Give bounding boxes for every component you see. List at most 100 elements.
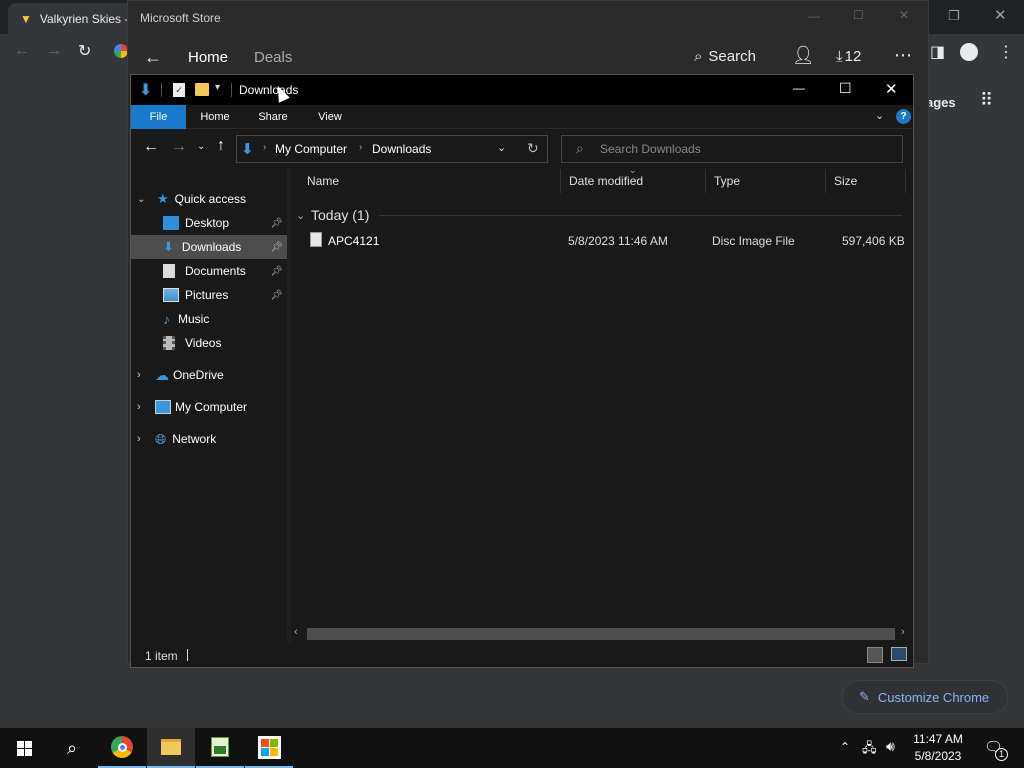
chrome-restore-icon[interactable]: ❐ (948, 8, 960, 24)
nav-item-music[interactable]: ♪ Music (131, 307, 287, 331)
explorer-close-icon[interactable]: ✕ (885, 80, 898, 98)
horizontal-scrollbar[interactable]: ‹ › (291, 626, 913, 642)
google-images-link[interactable]: ages (926, 95, 956, 110)
nav-item-downloads[interactable]: ⬇ Downloads 📌︎ (131, 235, 287, 259)
start-button[interactable] (0, 728, 48, 768)
chrome-reload-icon[interactable]: ↻ (78, 41, 91, 61)
ribbon-tab-home[interactable]: Home (191, 105, 239, 129)
nav-item-pictures[interactable]: Pictures 📌︎ (131, 283, 287, 307)
nav-back-icon[interactable]: ← (143, 138, 159, 156)
cloud-icon: ☁ (155, 366, 169, 383)
videos-icon (163, 336, 175, 350)
chrome-close-icon[interactable]: ✕ (994, 6, 1007, 24)
show-hidden-icons-icon[interactable]: ⌃ (840, 740, 850, 754)
nav-item-desktop[interactable]: Desktop 📌︎ (131, 211, 287, 235)
nav-quick-access[interactable]: ⌄ ★ Quick access (131, 187, 287, 211)
breadcrumb-downloads[interactable]: Downloads (372, 142, 431, 156)
store-account-icon[interactable]: 👤︎ (792, 45, 815, 66)
group-header-today-visible[interactable]: ⌄ Today (1) (296, 205, 910, 225)
star-icon: ★ (157, 191, 169, 206)
search-box[interactable]: ⌕ Search Downloads (561, 135, 903, 163)
scroll-right-icon[interactable]: › (901, 626, 905, 638)
volume-icon[interactable]: 🔊︎ (886, 738, 895, 755)
chevron-right-icon[interactable]: › (137, 433, 155, 445)
pin-icon[interactable]: 📌︎ (270, 266, 283, 277)
large-icons-view-icon[interactable] (891, 647, 907, 661)
chrome-back-icon[interactable]: ← (14, 42, 30, 60)
ribbon-tab-file[interactable]: File (131, 105, 186, 129)
taskbar-store[interactable] (245, 728, 293, 768)
qat-customize-icon[interactable]: ▾ (215, 82, 220, 93)
store-nav-home[interactable]: Home (188, 49, 228, 66)
store-more-icon[interactable]: ⋯ (894, 45, 912, 66)
nav-onedrive[interactable]: › ☁ OneDrive (131, 363, 287, 387)
group-today-heading[interactable] (297, 279, 911, 303)
chevron-down-icon[interactable]: ⌄ (137, 194, 157, 205)
scroll-left-icon[interactable]: ‹ (294, 626, 298, 638)
customize-chrome-button[interactable]: ✎ Customize Chrome (842, 680, 1008, 714)
ribbon-tab-share[interactable]: Share (249, 105, 297, 129)
column-header-date[interactable]: Date modified (561, 169, 706, 193)
qat-new-folder-icon[interactable] (195, 83, 209, 96)
recent-locations-icon[interactable]: ⌄ (197, 141, 205, 152)
ribbon-tab-view[interactable]: View (306, 105, 354, 129)
chevron-right-icon[interactable]: › (137, 401, 155, 413)
address-bar[interactable]: ⬇ › My Computer › Downloads ⌄ ↻ (236, 135, 548, 163)
chrome-tab[interactable]: ▼ Valkyrien Skies - (8, 3, 138, 34)
column-header-type[interactable]: Type (706, 169, 826, 193)
ribbon-tabs: File Home Share View ⌄ ? (131, 105, 913, 129)
pencil-icon: ✎ (859, 689, 870, 704)
store-minimize-icon[interactable]: — (808, 9, 820, 23)
navigation-pane: ⌄ ★ Quick access Desktop 📌︎ ⬇ Downloads … (131, 169, 287, 643)
chevron-right-icon[interactable]: › (137, 369, 155, 381)
chevron-down-icon[interactable]: ⌄ (296, 209, 311, 222)
store-nav-deals[interactable]: Deals (254, 49, 292, 66)
taskbar-search-button[interactable]: ⌕ (48, 728, 96, 768)
network-tray-icon[interactable]: 🖧︎ (862, 739, 877, 761)
taskbar-chrome[interactable] (98, 728, 146, 768)
pictures-icon (163, 288, 179, 302)
address-dropdown-icon[interactable]: ⌄ (497, 141, 506, 154)
disc-image-file-icon (310, 232, 322, 247)
explorer-minimize-icon[interactable]: — (793, 81, 805, 95)
explorer-maximize-icon[interactable]: ☐ (839, 80, 852, 97)
clock[interactable]: 11:47 AM 5/8/2023 (910, 731, 966, 765)
chrome-sidepanel-icon[interactable]: ◨ (930, 42, 945, 62)
pin-icon[interactable]: 📌︎ (270, 290, 283, 301)
qat-properties-icon[interactable]: ✓ (173, 83, 185, 97)
breadcrumb-my-computer[interactable]: My Computer (275, 142, 347, 156)
nav-my-computer[interactable]: › My Computer (131, 395, 287, 419)
help-icon[interactable]: ? (896, 109, 911, 124)
taskbar-app-green[interactable] (196, 728, 244, 768)
store-downloads-button[interactable]: ⤓ 12 (836, 48, 861, 65)
qat-downloads-icon[interactable]: ⬇ (139, 80, 152, 100)
refresh-icon[interactable]: ↻ (527, 140, 539, 157)
pin-icon[interactable]: 📌︎ (270, 242, 283, 253)
column-header-size[interactable]: Size (826, 169, 906, 193)
nav-item-videos[interactable]: Videos (131, 331, 287, 355)
status-separator (187, 649, 188, 661)
chrome-forward-icon[interactable]: → (46, 42, 62, 60)
details-view-icon[interactable] (867, 647, 883, 663)
nav-forward-icon[interactable]: → (171, 138, 187, 156)
network-icon: 🌐︎ (155, 430, 167, 447)
ribbon-expand-icon[interactable]: ⌄ (875, 109, 884, 122)
nav-item-documents[interactable]: Documents 📌︎ (131, 259, 287, 283)
chrome-menu-icon[interactable]: ⋮ (998, 42, 1014, 62)
file-row[interactable]: APC4121 5/8/2023 11:46 AM Disc Image Fil… (302, 229, 906, 251)
taskbar-file-explorer[interactable] (147, 728, 195, 768)
store-close-icon[interactable]: ✕ (899, 8, 909, 22)
store-maximize-icon[interactable]: ☐ (853, 8, 864, 22)
google-apps-icon[interactable]: ⠿ (980, 90, 993, 111)
store-search-button[interactable]: ⌕ Search (694, 48, 756, 65)
nav-up-icon[interactable]: ↑ (217, 137, 225, 155)
search-icon: ⌕ (66, 737, 78, 758)
pin-icon[interactable]: 📌︎ (270, 218, 283, 229)
column-header-name[interactable]: Name (299, 169, 561, 193)
store-back-icon[interactable]: ← (144, 47, 162, 68)
chrome-profile-icon[interactable] (960, 43, 978, 61)
windows-logo-icon (16, 740, 32, 756)
nav-network[interactable]: › 🌐︎ Network (131, 427, 287, 451)
store-downloads-count: 12 (844, 48, 862, 65)
scroll-thumb[interactable] (307, 628, 895, 640)
